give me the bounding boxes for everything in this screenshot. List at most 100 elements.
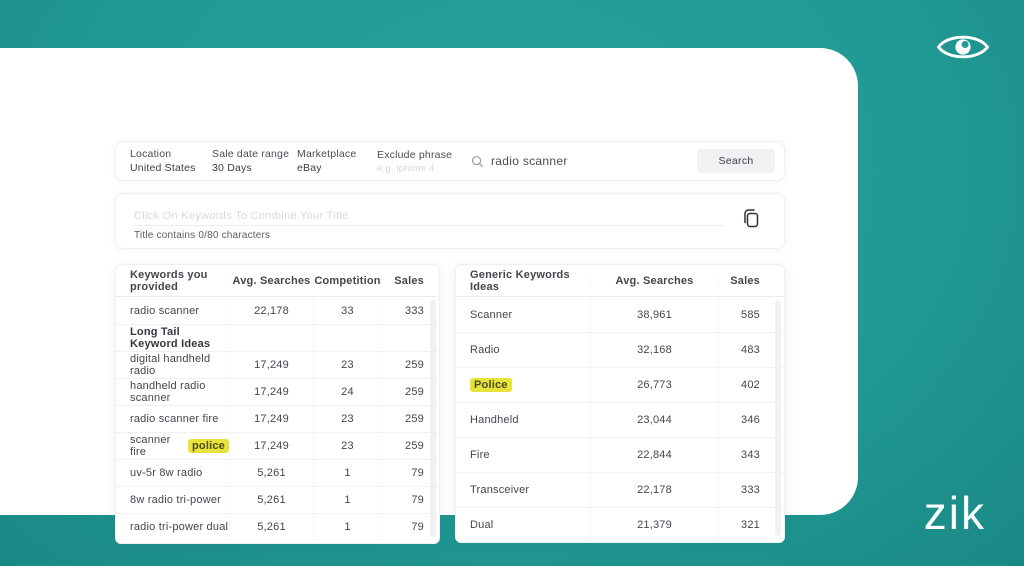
field-value: United States [130, 162, 196, 174]
table-row[interactable]: radio scanner 22,178 33 333 [116, 297, 439, 324]
table-header-row: Generic Keywords Ideas Avg. Searches Sales [456, 265, 784, 297]
value-cell: 38,961 [590, 297, 718, 332]
table-body: Scanner 38,961 585 Radio 32,168 483 Police 26,7… [456, 297, 784, 542]
scrollbar[interactable] [430, 300, 436, 537]
keyword-cell[interactable]: scanner fire police [116, 433, 229, 459]
keyword-cell[interactable]: handheld radio scanner [116, 379, 229, 405]
keyword-cell[interactable]: Police [456, 368, 590, 402]
generic-keywords-table: Generic Keywords Ideas Avg. Searches Sales… [455, 264, 785, 543]
value-cell: 24 [313, 379, 381, 405]
field-label: Marketplace [297, 148, 357, 160]
field-label: Sale date range [212, 148, 290, 160]
app-background: Location United States Sale date range 3… [0, 0, 1024, 566]
column-header: Keywords you provided [130, 268, 208, 293]
scrollbar[interactable] [775, 300, 781, 536]
value-cell [313, 325, 381, 351]
value-cell: 1 [313, 460, 381, 486]
keyword-search-box[interactable]: radio scanner [471, 154, 568, 168]
value-cell: 17,249 [229, 352, 313, 378]
value-cell: 21,379 [590, 508, 718, 542]
value-cell: 17,249 [229, 406, 313, 432]
search-button[interactable]: Search [697, 149, 775, 173]
keyword-cell[interactable]: radio tri-power dual [116, 514, 229, 540]
table-row[interactable]: Handheld 23,044 346 [456, 402, 784, 437]
highlighted-keyword: Police [470, 378, 512, 392]
keyword-cell[interactable]: Scanner [456, 297, 590, 332]
field-value: 30 Days [212, 162, 252, 174]
value-cell: 5,261 [229, 460, 313, 486]
value-cell: 22,844 [590, 438, 718, 472]
value-cell [229, 325, 313, 351]
table-row[interactable]: 8w radio tri-power 5,261 1 79 [116, 486, 439, 513]
table-row[interactable]: Dual 21,379 321 [456, 507, 784, 542]
zik-logo: zik [923, 487, 986, 539]
table-row[interactable]: Police 26,773 402 [456, 367, 784, 402]
section-row: Long Tail Keyword Ideas [116, 324, 439, 351]
value-cell: 1 [313, 514, 381, 540]
keyword-cell[interactable]: Radio [456, 333, 590, 367]
exclude-phrase-field[interactable]: Exclude phrase e.g. iphone 4 [377, 149, 465, 174]
table-row[interactable]: Fire 22,844 343 [456, 437, 784, 472]
table-row[interactable]: uv-5r 8w radio 5,261 1 79 [116, 459, 439, 486]
section-label: Long Tail Keyword Ideas [130, 326, 211, 350]
keyword-cell[interactable]: Dual [456, 508, 590, 542]
search-input[interactable]: radio scanner [491, 154, 568, 168]
zik-eye-icon [936, 35, 990, 59]
table-row[interactable]: Scanner 38,961 585 [456, 297, 784, 332]
value-cell: 17,249 [229, 379, 313, 405]
column-header: Sales [718, 274, 784, 287]
value-cell: 22,178 [229, 297, 313, 324]
table-row[interactable]: radio scanner fire 17,249 23 259 [116, 405, 439, 432]
value-cell: 32,168 [590, 333, 718, 367]
keyword-cell[interactable]: digital handheld radio [116, 352, 229, 378]
value-cell: 1 [313, 487, 381, 513]
field-value: eBay [297, 162, 322, 174]
table-row[interactable]: radio tri-power dual 5,261 1 79 [116, 513, 439, 540]
keyword-cell[interactable]: uv-5r 8w radio [116, 460, 229, 486]
highlighted-keyword: police [188, 439, 229, 453]
keyword-cell[interactable]: Fire [456, 438, 590, 472]
field-label: Location [130, 148, 172, 160]
column-header: Sales [381, 274, 439, 287]
value-cell: 5,261 [229, 514, 313, 540]
table-row[interactable]: Radio 32,168 483 [456, 332, 784, 367]
value-cell: 5,261 [229, 487, 313, 513]
marketplace-filter[interactable]: Marketplace eBay [297, 148, 377, 174]
value-cell: 23,044 [590, 403, 718, 437]
column-header: Avg. Searches [229, 274, 313, 287]
keyword-cell[interactable]: radio scanner [116, 297, 229, 324]
table-header-row: Keywords you provided Avg. Searches Compet… [116, 265, 439, 297]
value-cell: 17,249 [229, 433, 313, 459]
provided-keywords-table: Keywords you provided Avg. Searches Compet… [115, 264, 440, 544]
value-cell: 26,773 [590, 368, 718, 402]
keyword-cell[interactable]: Transceiver [456, 473, 590, 507]
title-builder-placeholder: Click On Keywords To Combine Your Title [134, 210, 349, 222]
keyword-cell[interactable]: radio scanner fire [116, 406, 229, 432]
sale-date-range-filter[interactable]: Sale date range 30 Days [212, 148, 297, 174]
value-cell: 23 [313, 352, 381, 378]
main-card: Location United States Sale date range 3… [0, 48, 858, 544]
title-builder-panel: Click On Keywords To Combine Your Title … [115, 193, 785, 249]
field-label: Exclude phrase [377, 148, 453, 161]
table-row[interactable]: digital handheld radio 17,249 23 259 [116, 351, 439, 378]
value-cell: 33 [313, 297, 381, 324]
value-cell: 23 [313, 433, 381, 459]
table-row[interactable]: handheld radio scanner 17,249 24 259 [116, 378, 439, 405]
column-header: Avg. Searches [590, 274, 718, 287]
keyword-cell[interactable]: 8w radio tri-power [116, 487, 229, 513]
location-filter[interactable]: Location United States [130, 148, 212, 174]
column-header: Generic Keywords Ideas [470, 268, 570, 293]
exclude-phrase-placeholder: e.g. iphone 4 [377, 162, 435, 174]
search-icon [471, 155, 484, 167]
copy-icon[interactable] [740, 208, 762, 232]
table-row[interactable]: scanner fire police 17,249 23 259 [116, 432, 439, 459]
filter-bar: Location United States Sale date range 3… [115, 141, 785, 181]
title-builder-input[interactable]: Click On Keywords To Combine Your Title [134, 206, 724, 226]
value-cell: 22,178 [590, 473, 718, 507]
keyword-cell[interactable]: Handheld [456, 403, 590, 437]
table-body: radio scanner 22,178 33 333 Long Tail Keywor… [116, 297, 439, 540]
column-header: Competition [313, 274, 381, 287]
value-cell: 23 [313, 406, 381, 432]
title-character-counter: Title contains 0/80 characters [134, 230, 271, 241]
table-row[interactable]: Transceiver 22,178 333 [456, 472, 784, 507]
